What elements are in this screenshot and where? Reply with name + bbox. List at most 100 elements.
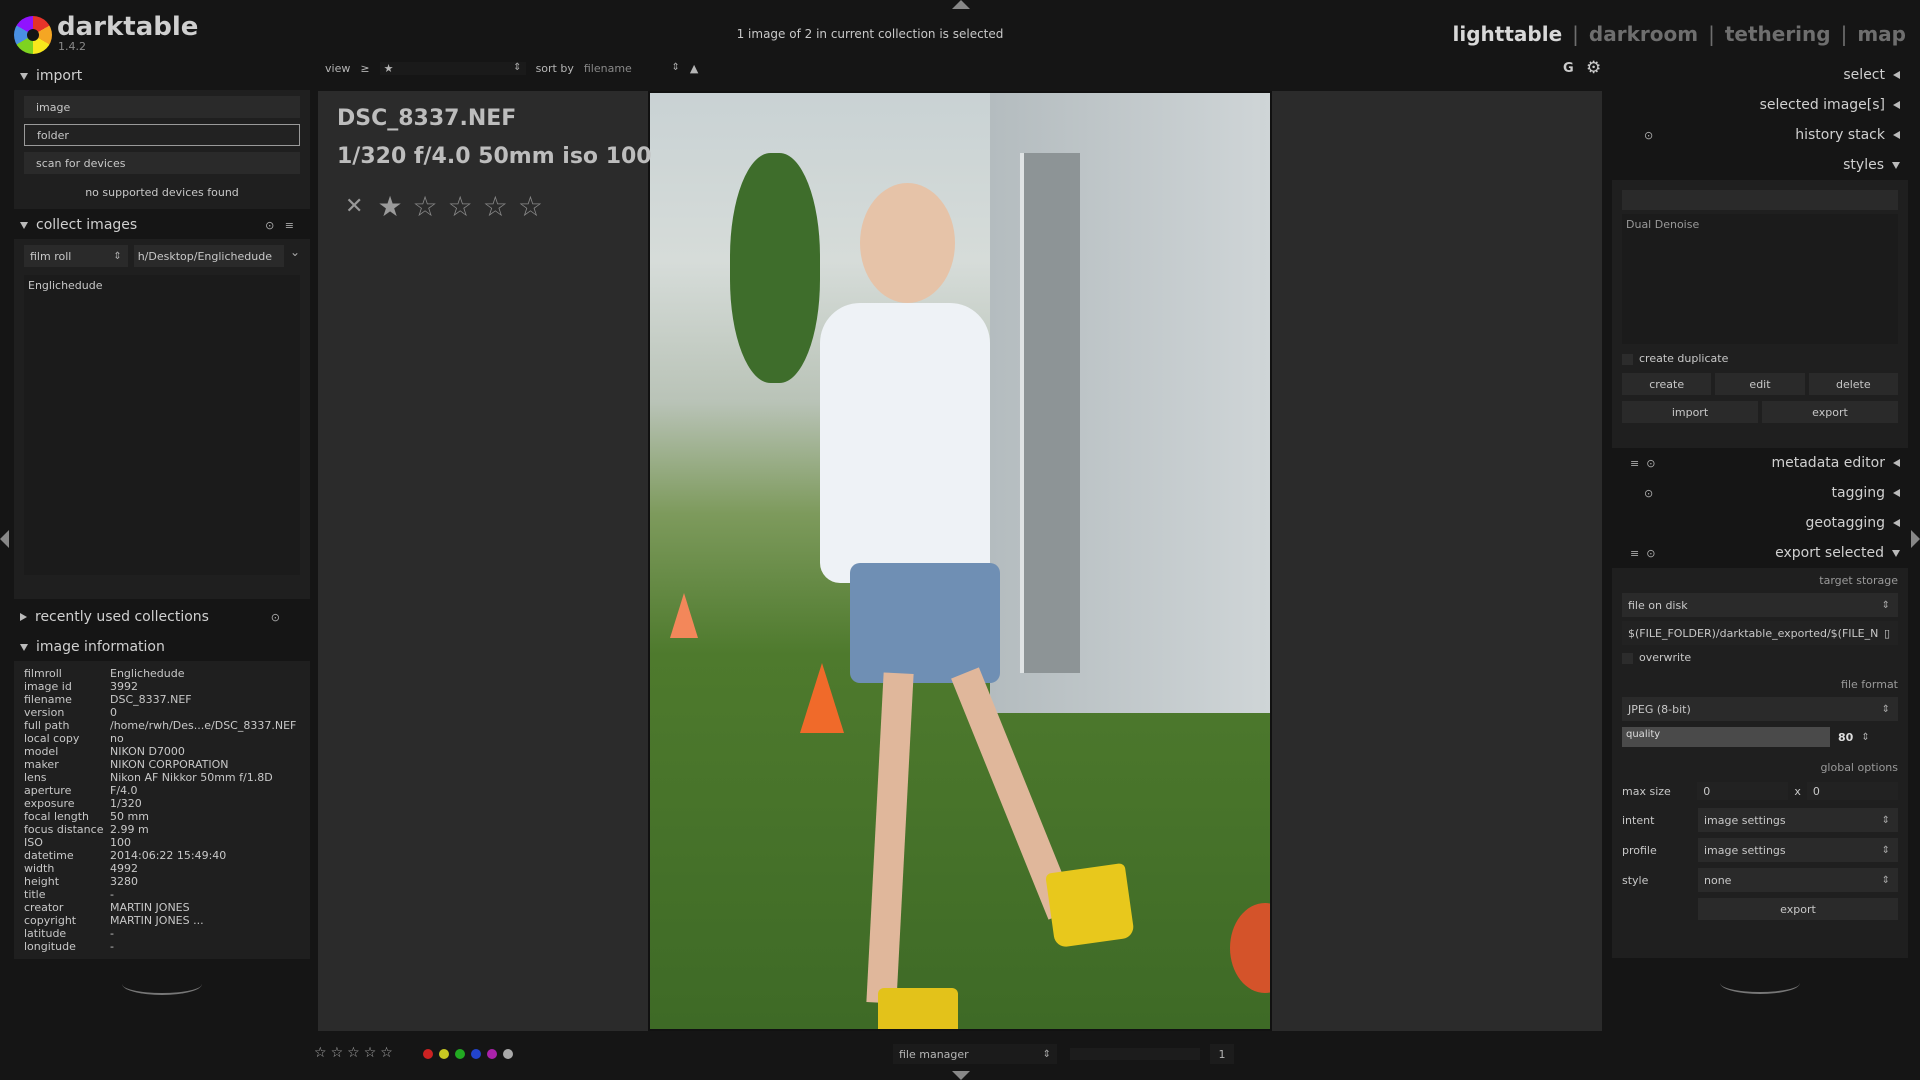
export-path-input[interactable]: $(FILE_FOLDER)/darktable_exported/$(FILE… bbox=[1622, 621, 1898, 645]
module-group-select[interactable]: file manager ⇕ bbox=[893, 1044, 1057, 1064]
presets-icon[interactable]: ≡ bbox=[1630, 457, 1639, 470]
create-duplicate-checkbox[interactable]: create duplicate bbox=[1622, 352, 1898, 365]
rating-star-icon[interactable]: ☆ bbox=[364, 1045, 377, 1061]
max-width-input[interactable]: 0 bbox=[1697, 782, 1789, 800]
max-height-input[interactable]: 0 bbox=[1806, 782, 1898, 800]
chevron-down-icon[interactable]: ⌄ bbox=[290, 245, 300, 267]
color-label-icon[interactable] bbox=[471, 1049, 481, 1059]
rating-star-icon[interactable]: ☆ bbox=[518, 190, 543, 223]
rating-star-icon[interactable]: ☆ bbox=[413, 190, 438, 223]
style-edit-button[interactable]: edit bbox=[1715, 373, 1805, 395]
collect-header[interactable]: collect images ⊙ ≡ bbox=[14, 211, 310, 239]
view-lighttable[interactable]: lighttable bbox=[1453, 22, 1563, 46]
preview-image[interactable] bbox=[648, 91, 1272, 1031]
info-value: - bbox=[110, 888, 114, 901]
zoom-slider[interactable] bbox=[1070, 1048, 1200, 1060]
import-header[interactable]: import bbox=[14, 62, 310, 90]
rating-comparator[interactable]: ≥ bbox=[360, 62, 369, 75]
module-styles[interactable]: styles bbox=[1612, 150, 1908, 180]
module-history-stack[interactable]: ⊙ history stack bbox=[1612, 120, 1908, 150]
overwrite-checkbox[interactable]: overwrite bbox=[1622, 651, 1898, 664]
view-map[interactable]: map bbox=[1857, 22, 1906, 46]
folder-icon[interactable]: ▯ bbox=[1884, 627, 1890, 640]
list-item[interactable]: Dual Denoise bbox=[1626, 218, 1894, 231]
module-select[interactable]: select bbox=[1612, 60, 1908, 90]
rating-star-icon[interactable]: ☆ bbox=[380, 1045, 393, 1061]
reject-icon[interactable]: ✕ bbox=[345, 194, 363, 219]
info-value: NIKON D7000 bbox=[110, 745, 185, 758]
reset-icon[interactable]: ⊙ bbox=[1644, 129, 1653, 142]
intent-select[interactable]: image settings ⇕ bbox=[1698, 808, 1898, 832]
collect-criteria-select[interactable]: film roll ⇕ bbox=[24, 245, 128, 267]
updown-icon[interactable]: ⇕ bbox=[1861, 732, 1869, 743]
list-item[interactable]: Englichedude bbox=[28, 279, 296, 292]
view-darkroom[interactable]: darkroom bbox=[1589, 22, 1698, 46]
format-value: JPEG (8-bit) bbox=[1628, 702, 1691, 716]
reset-icon[interactable]: ⊙ bbox=[1646, 547, 1655, 560]
module-geotagging[interactable]: geotagging bbox=[1612, 508, 1908, 538]
style-create-button[interactable]: create bbox=[1622, 373, 1712, 395]
rating-star-icon[interactable]: ☆ bbox=[314, 1045, 327, 1061]
collapse-top-arrow-icon[interactable] bbox=[952, 0, 970, 9]
color-label-icon[interactable] bbox=[439, 1049, 449, 1059]
style-export-button[interactable]: export bbox=[1762, 401, 1898, 423]
quality-slider[interactable]: quality bbox=[1622, 727, 1830, 747]
gear-icon[interactable]: ⚙ bbox=[1586, 58, 1601, 78]
format-select[interactable]: JPEG (8-bit) ⇕ bbox=[1622, 697, 1898, 721]
rating-star-icon[interactable]: ★ bbox=[377, 190, 402, 223]
module-export-selected[interactable]: ≡ ⊙ export selected bbox=[1612, 538, 1908, 568]
reset-icon[interactable]: ⊙ bbox=[1644, 487, 1653, 500]
storage-select[interactable]: file on disk ⇕ bbox=[1622, 593, 1898, 617]
collapse-right-arrow-icon[interactable] bbox=[1911, 530, 1920, 548]
info-row: exposure 1/320 bbox=[24, 797, 300, 810]
style-select[interactable]: none ⇕ bbox=[1698, 868, 1898, 892]
color-label-icon[interactable] bbox=[487, 1049, 497, 1059]
info-key: image id bbox=[24, 680, 72, 693]
devices-status: no supported devices found bbox=[85, 186, 239, 199]
color-label-icon[interactable] bbox=[423, 1049, 433, 1059]
profile-select[interactable]: image settings ⇕ bbox=[1698, 838, 1898, 862]
recent-collections-header[interactable]: recently used collections ⊙ bbox=[14, 603, 310, 631]
sort-direction-icon[interactable]: ▲ bbox=[690, 62, 698, 75]
style-delete-button[interactable]: delete bbox=[1808, 373, 1898, 395]
rating-star-icon[interactable]: ☆ bbox=[331, 1045, 344, 1061]
info-key: filmroll bbox=[24, 667, 62, 680]
info-key: focal length bbox=[24, 810, 90, 823]
color-label-icon[interactable] bbox=[503, 1049, 513, 1059]
sort-value: filename bbox=[583, 62, 632, 75]
color-label-icon[interactable] bbox=[455, 1049, 465, 1059]
sort-select[interactable]: filename ⇕ bbox=[584, 62, 680, 75]
collapse-left-arrow-icon[interactable] bbox=[0, 530, 9, 548]
reset-icon[interactable]: ⊙ bbox=[271, 611, 280, 624]
module-tagging[interactable]: ⊙ tagging bbox=[1612, 478, 1908, 508]
photo-tree bbox=[730, 153, 820, 383]
info-value: DSC_8337.NEF bbox=[110, 693, 192, 706]
import-folder-button[interactable]: folder bbox=[24, 124, 300, 146]
presets-icon[interactable]: ≡ bbox=[1630, 547, 1639, 560]
style-import-button[interactable]: import bbox=[1622, 401, 1758, 423]
reset-icon[interactable]: ⊙ bbox=[265, 219, 274, 232]
rating-star-icon[interactable]: ☆ bbox=[347, 1045, 360, 1061]
styles-search-input[interactable] bbox=[1622, 190, 1898, 210]
info-row: filmroll Englichedude bbox=[24, 667, 300, 680]
collapse-bottom-arrow-icon[interactable] bbox=[952, 1071, 970, 1080]
import-image-button[interactable]: image bbox=[24, 96, 300, 118]
module-metadata-editor[interactable]: ≡ ⊙ metadata editor bbox=[1612, 448, 1908, 478]
expanded-triangle-icon bbox=[1892, 161, 1900, 169]
zoom-value[interactable]: 1 bbox=[1210, 1044, 1234, 1064]
grouping-button[interactable]: G bbox=[1563, 61, 1574, 76]
rating-filter-select[interactable]: ★ ⇕ bbox=[379, 62, 526, 75]
style-value: none bbox=[1704, 873, 1732, 887]
scan-devices-button[interactable]: scan for devices bbox=[24, 152, 300, 174]
export-path-value: $(FILE_FOLDER)/darktable_exported/$(FILE… bbox=[1628, 626, 1879, 640]
export-button[interactable]: export bbox=[1698, 898, 1898, 920]
presets-icon[interactable]: ≡ bbox=[285, 219, 294, 232]
reset-icon[interactable]: ⊙ bbox=[1646, 457, 1655, 470]
info-value: 1/320 bbox=[110, 797, 142, 810]
rating-star-icon[interactable]: ☆ bbox=[448, 190, 473, 223]
view-tethering[interactable]: tethering bbox=[1725, 22, 1831, 46]
module-selected-images[interactable]: selected image[s] bbox=[1612, 90, 1908, 120]
image-information-header[interactable]: image information bbox=[14, 633, 310, 661]
collect-criteria-value[interactable]: h/Desktop/Englichedude bbox=[133, 245, 284, 267]
rating-star-icon[interactable]: ☆ bbox=[483, 190, 508, 223]
